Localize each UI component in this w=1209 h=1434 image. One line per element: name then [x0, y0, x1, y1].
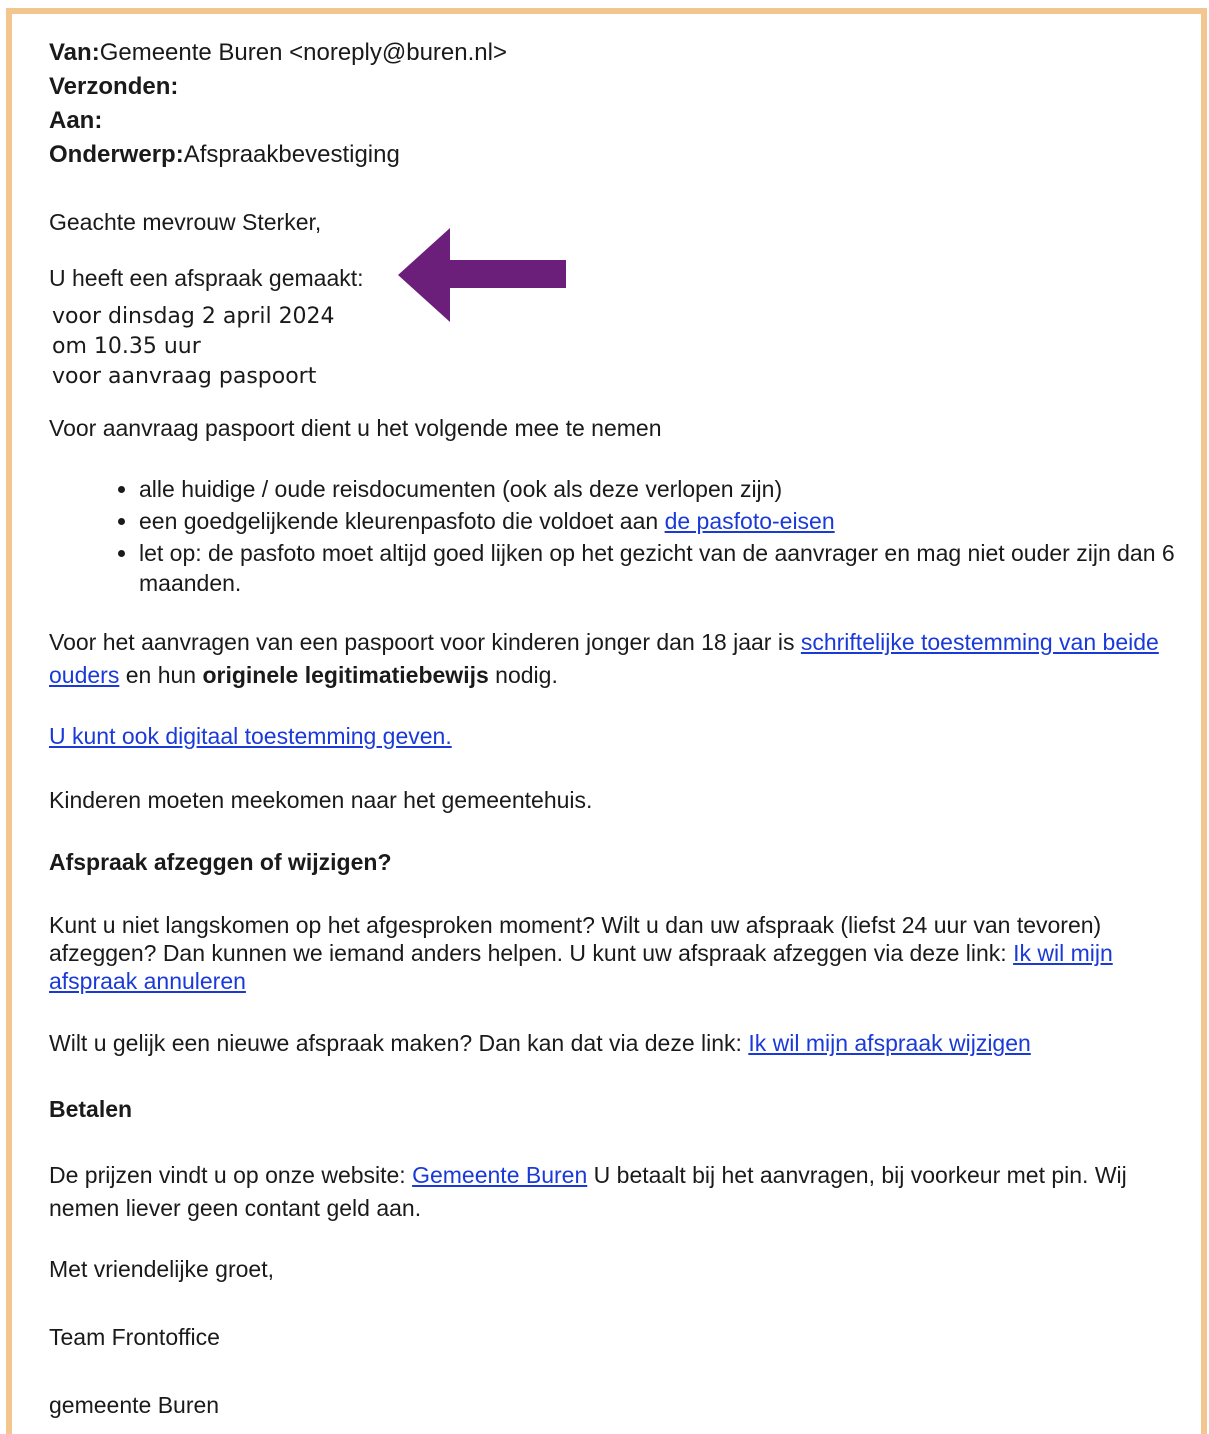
appointment-time: om 10.35 uur: [52, 333, 201, 359]
appointment-type: voor aanvraag paspoort: [52, 363, 317, 389]
bring-intro: Voor aanvraag paspoort dient u het volge…: [49, 414, 662, 441]
cancel-heading: Afspraak afzeggen of wijzigen?: [49, 849, 392, 876]
change-appointment-link[interactable]: Ik wil mijn afspraak wijzigen: [748, 1030, 1030, 1056]
change-text: Wilt u gelijk een nieuwe afspraak maken?…: [49, 1030, 749, 1057]
children-consent-paragraph: Voor het aanvragen van een paspoort voor…: [49, 626, 1189, 692]
cancel-paragraph: Kunt u niet langskomen op het afgesproke…: [49, 911, 1189, 995]
municipality-signature: gemeente Buren: [49, 1391, 220, 1418]
list-item: alle huidige / oude reisdocumenten (ook …: [139, 474, 1189, 504]
children-text: Voor het aanvragen van een paspoort voor…: [49, 628, 801, 655]
appointment-made: U heeft een afspraak gemaakt:: [49, 264, 364, 291]
appointment-details: voor dinsdag 2 april 2024 om 10.35 uur v…: [52, 302, 1189, 392]
pay-paragraph: De prijzen vindt u op onze website: Geme…: [49, 1159, 1189, 1225]
to-line: Aan:: [49, 104, 1189, 138]
cancel-text: Kunt u niet langskomen op het afgesproke…: [49, 912, 1102, 967]
original-id-text: originele legitimatiebewijs: [202, 661, 489, 688]
list-item: let op: de pasfoto moet altijd goed lijk…: [139, 538, 1189, 598]
from-value: Gemeente Buren <noreply@buren.nl>: [99, 39, 507, 66]
pasfoto-eisen-link[interactable]: de pasfoto-eisen: [665, 508, 835, 534]
digital-consent-link[interactable]: U kunt ook digitaal toestemming geven.: [49, 723, 452, 749]
children-text-mid: en hun: [119, 661, 203, 688]
children-attend: Kinderen moeten meekomen naar het gemeen…: [49, 786, 593, 813]
email-content: Van:Gemeente Buren <noreply@buren.nl> Ve…: [49, 36, 1189, 1421]
to-label: Aan:: [49, 107, 103, 134]
list-item-text: alle huidige / oude reisdocumenten (ook …: [139, 475, 783, 502]
gemeente-buren-link[interactable]: Gemeente Buren: [412, 1162, 587, 1188]
subject-label: Onderwerp:: [49, 141, 184, 168]
from-line: Van:Gemeente Buren <noreply@buren.nl>: [49, 36, 1189, 70]
from-label: Van:: [49, 39, 100, 66]
sent-label: Verzonden:: [49, 73, 179, 100]
pay-text: De prijzen vindt u op onze website:: [49, 1162, 413, 1189]
list-item-text: let op: de pasfoto moet altijd goed lijk…: [139, 539, 1175, 596]
digital-consent-paragraph: U kunt ook digitaal toestemming geven.: [49, 722, 1189, 752]
sent-line: Verzonden:: [49, 70, 1189, 104]
bring-list: alle huidige / oude reisdocumenten (ook …: [49, 474, 1189, 598]
closing: Met vriendelijke groet,: [49, 1256, 274, 1283]
subject-line: Onderwerp:Afspraakbevestiging: [49, 138, 1189, 172]
left-arrow-icon: [398, 228, 566, 322]
subject-value: Afspraakbevestiging: [183, 141, 400, 168]
list-item: een goedgelijkende kleurenpasfoto die vo…: [139, 506, 1189, 536]
list-item-text: een goedgelijkende kleurenpasfoto die vo…: [139, 507, 665, 534]
greeting: Geachte mevrouw Sterker,: [49, 209, 322, 235]
pay-heading: Betalen: [49, 1096, 133, 1123]
email-frame: Van:Gemeente Buren <noreply@buren.nl> Ve…: [6, 8, 1207, 1434]
team-signature: Team Frontoffice: [49, 1324, 220, 1351]
change-paragraph: Wilt u gelijk een nieuwe afspraak maken?…: [49, 1029, 1189, 1059]
children-text-end: nodig.: [488, 661, 558, 688]
appointment-date: voor dinsdag 2 april 2024: [52, 303, 335, 329]
